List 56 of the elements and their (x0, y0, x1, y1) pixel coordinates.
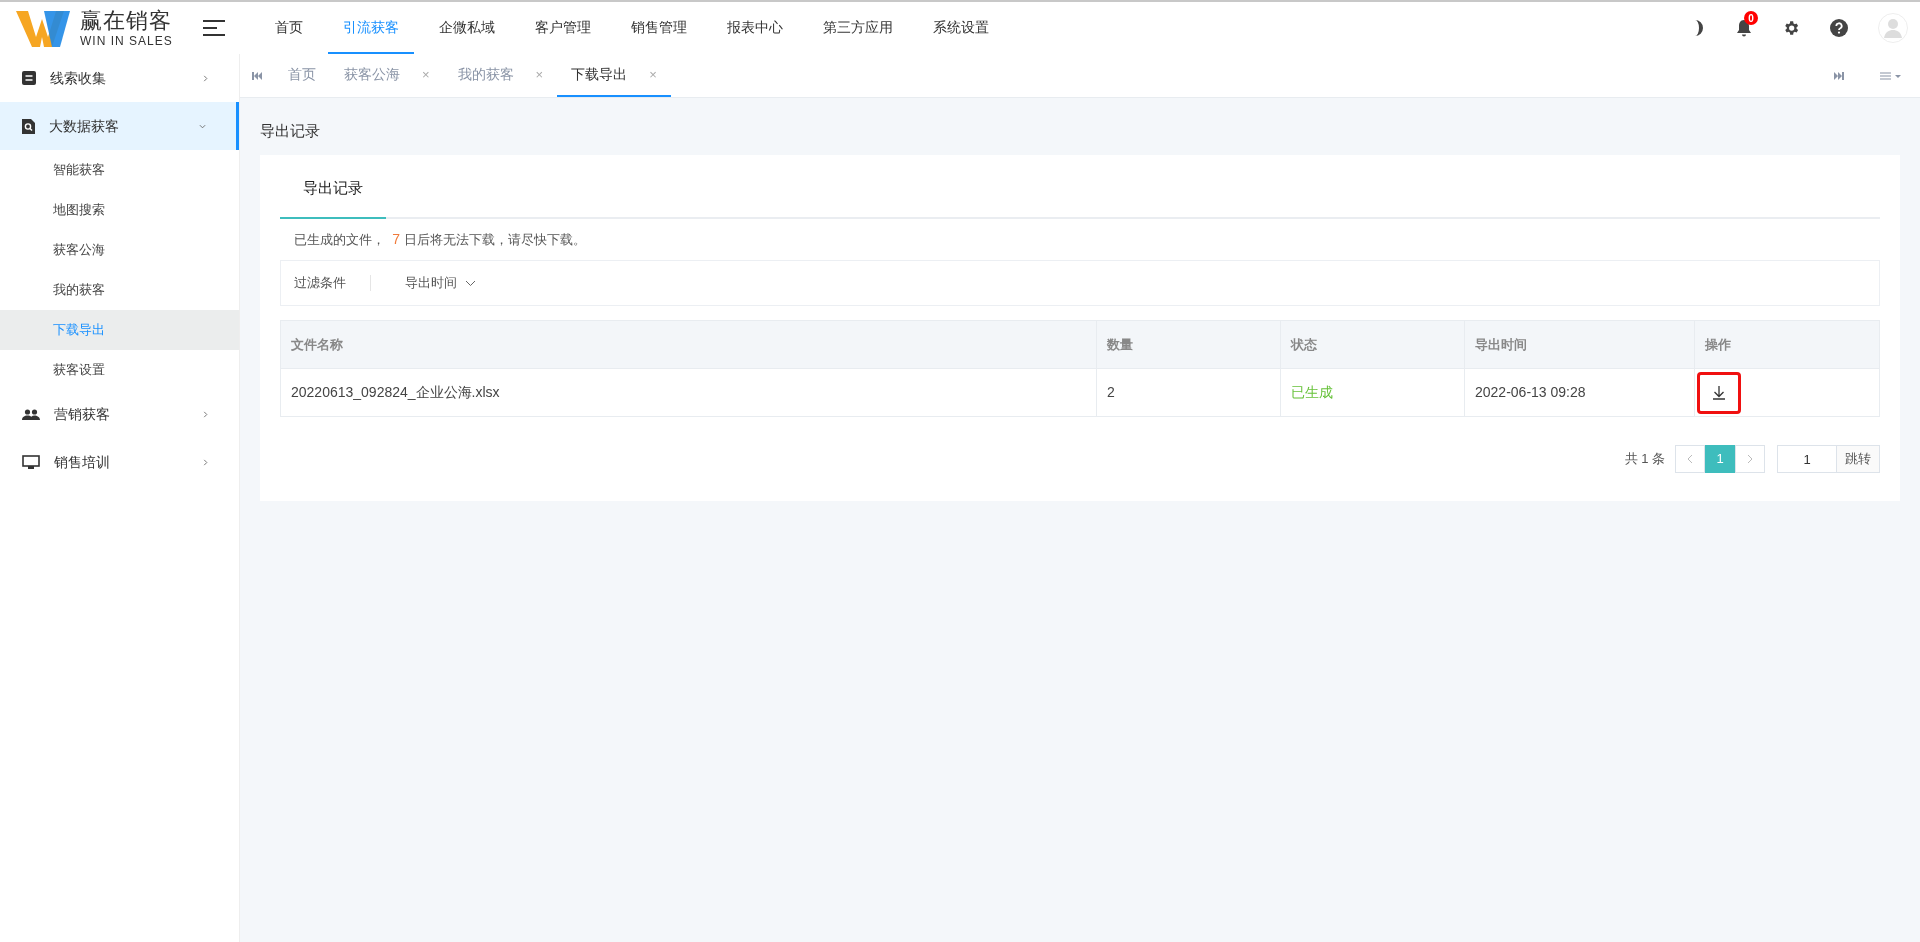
sidebar-item[interactable]: 大数据获客 (0, 102, 239, 150)
first-tab-icon[interactable] (252, 71, 262, 80)
total-count: 共 1 条 (1624, 450, 1665, 469)
download-button[interactable] (1697, 371, 1741, 414)
chevron-right-icon (1747, 454, 1753, 464)
page-tab[interactable]: 下载导出 × (557, 54, 671, 97)
sidebar-subitem[interactable]: 获客设置 (0, 350, 239, 390)
brand-tagline: WIN IN SALES (80, 34, 173, 47)
search-document-icon (22, 118, 35, 134)
nav-link[interactable]: 报表中心 (712, 2, 798, 54)
nav-link[interactable]: 首页 (260, 2, 318, 54)
table-cell: 2022-06-13 09:28 (1464, 368, 1695, 417)
sidebar-item[interactable]: 营销获客 (0, 390, 239, 438)
filter-label: 过滤条件 (294, 274, 346, 293)
monitor-icon (22, 455, 40, 469)
chevron-icon (202, 74, 209, 82)
chevron-icon (202, 458, 209, 466)
table-cell: 2 (1096, 368, 1281, 417)
table-cell: 20220613_092824_企业公海.xlsx (280, 368, 1097, 417)
tab-menu-icon[interactable] (1880, 71, 1902, 80)
sidebar-subitem[interactable]: 地图搜索 (0, 190, 239, 230)
export-time-dropdown[interactable]: 导出时间 (405, 273, 476, 293)
notification-badge: 0 (1744, 11, 1758, 25)
document-icon (22, 71, 36, 85)
status-text: 已生成 (1280, 368, 1465, 417)
help-icon[interactable] (1830, 19, 1848, 37)
chevron-left-icon (1687, 454, 1693, 464)
notification-button[interactable]: 0 (1736, 11, 1760, 37)
chevron-icon (202, 410, 209, 418)
column-header: 数量 (1096, 320, 1281, 369)
column-header: 导出时间 (1464, 320, 1695, 369)
sidebar-subitem[interactable]: 我的获客 (0, 270, 239, 310)
jump-button[interactable]: 跳转 (1837, 445, 1880, 473)
sidebar-item[interactable]: 销售培训 (0, 438, 239, 486)
nav-link[interactable]: 第三方应用 (808, 2, 908, 54)
download-icon (1712, 385, 1726, 400)
chevron-icon (199, 122, 206, 130)
last-tab-icon[interactable] (1834, 71, 1844, 80)
sidebar-item[interactable]: 线索收集 (0, 54, 239, 102)
column-header: 操作 (1694, 320, 1880, 369)
menu-icon[interactable] (202, 20, 225, 36)
brand-name: 赢在销客 (80, 9, 173, 32)
nav-link[interactable]: 销售管理 (616, 2, 702, 54)
page-input[interactable]: 1 (1777, 445, 1837, 473)
people-icon (22, 408, 40, 420)
column-header: 文件名称 (280, 320, 1097, 369)
nav-link[interactable]: 客户管理 (520, 2, 606, 54)
nav-link[interactable]: 企微私域 (424, 2, 510, 54)
notice-text: 已生成的文件， 7 日后将无法下载，请尽快下载。 (293, 230, 587, 249)
nav-link[interactable]: 系统设置 (918, 2, 1004, 54)
page-title: 导出记录 (260, 121, 321, 141)
chevron-down-icon (465, 279, 476, 287)
sidebar-subitem[interactable]: 智能获客 (0, 150, 239, 190)
card-tab[interactable]: 导出记录 (280, 174, 386, 219)
sidebar-subitem[interactable]: 获客公海 (0, 230, 239, 270)
column-header: 状态 (1280, 320, 1465, 369)
